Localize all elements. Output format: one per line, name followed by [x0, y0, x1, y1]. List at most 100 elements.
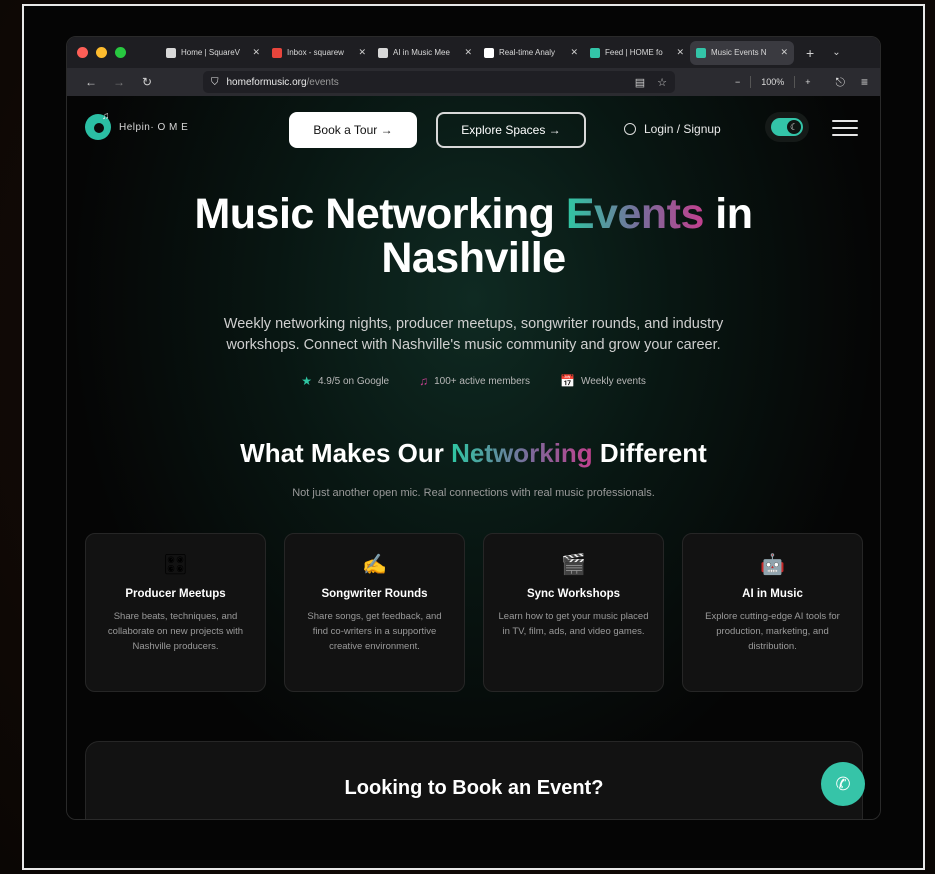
reload-icon[interactable]: ↻: [133, 75, 161, 89]
hero-title-text: Music Networking: [194, 190, 566, 238]
feature-card-description: Explore cutting-edge AI tools for produc…: [705, 611, 840, 652]
browser-window: Home | SquareV ✕ Inbox - squarew ✕ AI in Mus…: [66, 36, 881, 820]
tab-title: Real-time Analy: [499, 48, 556, 57]
hero-stats: ★ 4.9/5 on Google ♫ 100+ active members 📅 Wee…: [67, 374, 880, 388]
chat-button[interactable]: ✆: [821, 762, 865, 806]
minimize-window-button[interactable]: [96, 47, 107, 58]
hero-stat-label: Weekly events: [580, 375, 646, 387]
writing-hand-icon: ✍: [362, 554, 387, 576]
hamburger-menu-icon[interactable]: [832, 120, 858, 136]
close-tab-icon[interactable]: ✕: [464, 47, 472, 58]
feature-card-title: Songwriter Rounds: [321, 588, 428, 600]
feature-card-description: Share beats, techniques, and collaborate…: [107, 611, 244, 652]
features-title-text: What Makes Our: [240, 438, 452, 468]
browser-tab[interactable]: Inbox - squarew ✕: [266, 41, 372, 65]
robot-icon: 🤖: [760, 554, 785, 576]
hero-stat: ★ 4.9/5 on Google: [301, 374, 389, 388]
logo-icon: ♫: [85, 111, 111, 140]
hero-subtitle: Weekly networking nights, producer meetu…: [223, 316, 724, 353]
forward-icon[interactable]: →: [105, 75, 133, 89]
url-path: /events: [306, 76, 339, 88]
tab-list-chevron-icon[interactable]: ⌄: [832, 47, 840, 58]
explore-spaces-button[interactable]: Explore Spaces →: [436, 112, 586, 148]
browser-tab[interactable]: Real-time Analy ✕: [478, 41, 584, 65]
clapperboard-icon: 🎬: [561, 554, 586, 576]
close-tab-icon[interactable]: ✕: [780, 47, 788, 58]
bookmark-star-icon[interactable]: ☆: [657, 76, 667, 89]
tab-title: Inbox - squarew: [287, 48, 344, 57]
moon-icon: ☾: [787, 120, 801, 134]
features-subtitle: Not just another open mic. Real connecti…: [292, 487, 655, 499]
hero-title-line2: Nashville: [381, 234, 566, 282]
user-icon: [624, 123, 636, 135]
hero-stat: ♫ 100+ active members: [419, 374, 530, 388]
booking-title: Looking to Book an Event?: [344, 777, 604, 799]
reader-mode-icon[interactable]: ▤: [635, 76, 645, 89]
close-tab-icon[interactable]: ✕: [676, 47, 684, 58]
squarespace-icon: [166, 47, 176, 58]
hero-stat-label: 100+ active members: [434, 375, 531, 387]
home-logo-icon: [696, 47, 706, 58]
shield-icon: ⛉: [211, 76, 219, 88]
close-window-button[interactable]: [77, 47, 88, 58]
hero-stat: 📅 Weekly events: [560, 374, 646, 388]
feature-card-title: Sync Workshops: [526, 588, 621, 600]
tab-bar: Home | SquareV ✕ Inbox - squarew ✕ AI in Mus…: [67, 37, 880, 68]
booking-panel: Looking to Book an Event?: [85, 741, 863, 819]
zoom-controls: − 100% +: [735, 76, 811, 88]
p-icon: [378, 47, 388, 58]
logo-text: Helpin· O M E: [119, 121, 189, 133]
extensions-icon[interactable]: ⎋: [835, 75, 845, 90]
url-host: homeformusic.org: [226, 76, 307, 88]
feature-card[interactable]: 🤖 AI in Music Explore cutting-edge AI tool…: [682, 533, 863, 692]
back-icon[interactable]: ←: [77, 75, 105, 89]
hero-title-text-end: in: [703, 190, 753, 238]
features-title-text-end: Different: [592, 438, 707, 468]
home-logo-icon: [590, 47, 600, 58]
close-tab-icon[interactable]: ✕: [570, 47, 578, 58]
zoom-in-button[interactable]: +: [805, 77, 810, 87]
browser-tab[interactable]: Music Events N ✕: [690, 40, 794, 65]
tab-title: Music Events N: [711, 48, 767, 57]
browser-tab[interactable]: Feed | HOME fo ✕: [584, 41, 690, 65]
feature-card-description: Share songs, get feedback, and find co-w…: [307, 611, 442, 652]
new-tab-button[interactable]: +: [806, 45, 814, 61]
maximize-window-button[interactable]: [115, 47, 126, 58]
zoom-out-button[interactable]: −: [735, 77, 740, 87]
address-bar[interactable]: ⛉ homeformusic.org/events ▤ ☆: [203, 71, 675, 93]
hero-stat-label: 4.9/5 on Google: [317, 375, 390, 387]
music-note-icon: ♫: [419, 374, 429, 388]
gmail-icon: [272, 47, 282, 58]
feature-card[interactable]: 🎛 Producer Meetups Share beats, techniques…: [85, 533, 266, 692]
tab-title: Feed | HOME fo: [605, 48, 663, 57]
star-icon: ★: [301, 374, 312, 388]
feature-card[interactable]: ✍ Songwriter Rounds Share songs, get feedb…: [284, 533, 465, 692]
site-header: ♫ Helpin· O M E Book a Tour → Explore Sp…: [67, 96, 880, 162]
tab-title: Home | SquareV: [181, 48, 240, 57]
book-tour-button[interactable]: Book a Tour →: [289, 112, 417, 148]
hero-title: Music Networking Events in Nashville: [67, 192, 880, 280]
login-label: Login / Signup: [644, 122, 721, 136]
chat-bubble-icon: ✆: [835, 773, 851, 794]
browser-tab[interactable]: AI in Music Mee ✕: [372, 41, 478, 65]
feature-card[interactable]: 🎬 Sync Workshops Learn how to get your mus…: [483, 533, 664, 692]
feature-cards: 🎛 Producer Meetups Share beats, techniques…: [85, 533, 863, 692]
feature-card-title: Producer Meetups: [125, 588, 226, 600]
site-logo[interactable]: ♫ Helpin· O M E: [85, 111, 189, 140]
close-tab-icon[interactable]: ✕: [252, 47, 260, 58]
window-controls: [77, 47, 126, 58]
theme-toggle[interactable]: ☾: [765, 112, 809, 142]
nav-bar: ← → ↻ ⛉ homeformusic.org/events ▤ ☆ − 10…: [67, 68, 880, 96]
login-signup-link[interactable]: Login / Signup: [624, 122, 721, 136]
close-tab-icon[interactable]: ✕: [358, 47, 366, 58]
wix-icon: [484, 47, 494, 58]
zoom-level[interactable]: 100%: [761, 77, 784, 87]
feature-card-description: Learn how to get your music placed in TV…: [498, 611, 649, 637]
tab-title: AI in Music Mee: [393, 48, 450, 57]
mixer-icon: 🎛: [162, 554, 189, 576]
features-title: What Makes Our Networking Different: [67, 438, 880, 469]
features-title-highlight: Networking: [451, 438, 593, 468]
menu-icon[interactable]: ≡: [861, 75, 868, 90]
browser-tab[interactable]: Home | SquareV ✕: [160, 41, 266, 65]
tabs: Home | SquareV ✕ Inbox - squarew ✕ AI in Mus…: [160, 40, 794, 65]
